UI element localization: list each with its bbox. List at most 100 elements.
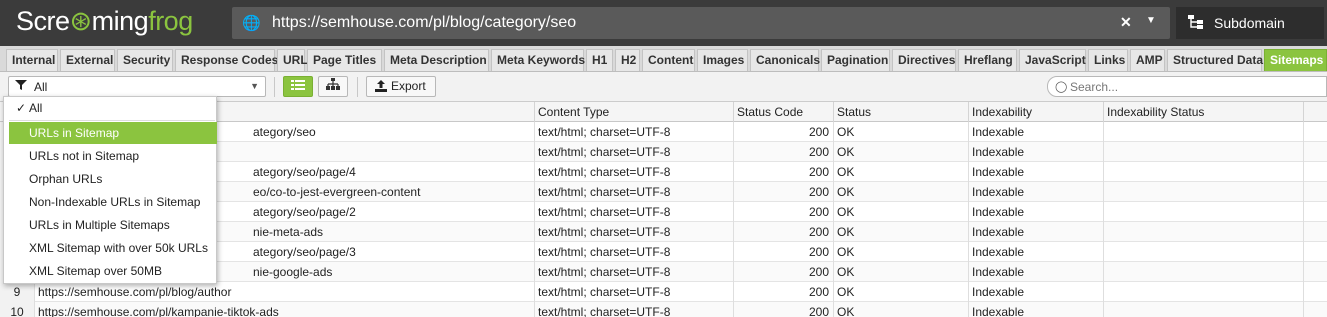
table-row[interactable]: 9 https://semhouse.com/pl/blog/author text… xyxy=(0,282,1327,302)
column-header-status[interactable]: Status xyxy=(834,102,969,122)
tab-images[interactable]: Images xyxy=(697,49,748,71)
tab-meta-description[interactable]: Meta Description xyxy=(384,49,489,71)
cell-idx: 10 xyxy=(0,302,35,317)
tab-structured-data[interactable]: Structured Data xyxy=(1167,49,1263,71)
column-header-content-type[interactable]: Content Type xyxy=(535,102,734,122)
checkmark-icon: ✓ xyxy=(16,101,27,115)
tab-sitemaps[interactable]: Sitemaps xyxy=(1264,49,1327,71)
filter-option-urls-in-sitemap[interactable]: URLs in Sitemap xyxy=(9,122,217,144)
cell-content-type: text/html; charset=UTF-8 xyxy=(535,122,734,142)
clear-icon[interactable]: ✕ xyxy=(1120,14,1132,31)
top-bar: Scre⊛mingfrog 🌐 https://semhouse.com/pl/… xyxy=(0,0,1327,46)
cell-content-type: text/html; charset=UTF-8 xyxy=(535,182,734,202)
filter-option-label: Non-Indexable URLs in Sitemap xyxy=(29,195,201,209)
filter-option-all[interactable]: ✓ All xyxy=(9,97,217,119)
list-view-button[interactable] xyxy=(283,76,313,97)
tab-url[interactable]: URL xyxy=(277,49,308,71)
cell-indexability-status xyxy=(1104,262,1304,282)
tab-directives[interactable]: Directives xyxy=(892,49,956,71)
cell-indexability: Indexable xyxy=(969,162,1104,182)
cell-content-type: text/html; charset=UTF-8 xyxy=(535,222,734,242)
cell-status-code: 200 xyxy=(734,262,834,282)
cell-status: OK xyxy=(834,182,969,202)
cell-status: OK xyxy=(834,262,969,282)
filter-option-urls-not-in-sitemap[interactable]: URLs not in Sitemap xyxy=(9,145,217,167)
tab-hreflang[interactable]: Hreflang xyxy=(958,49,1017,71)
filter-option-urls-in-multiple-sitemaps[interactable]: URLs in Multiple Sitemaps xyxy=(9,214,217,236)
cell-content-type: text/html; charset=UTF-8 xyxy=(535,262,734,282)
search-input[interactable] xyxy=(1070,79,1320,95)
filter-option-label: XML Sitemap over 50MB xyxy=(29,264,162,278)
cell-status: OK xyxy=(834,242,969,262)
cell-indexability-status xyxy=(1104,182,1304,202)
search-box[interactable]: ◯ xyxy=(1047,76,1327,97)
chevron-down-icon: ▼ xyxy=(250,81,259,91)
cell-status-code: 200 xyxy=(734,302,834,317)
cell-indexability-status xyxy=(1104,202,1304,222)
column-header-indexability-status[interactable]: Indexability Status xyxy=(1104,102,1304,122)
cell-status: OK xyxy=(834,122,969,142)
cell-status: OK xyxy=(834,142,969,162)
cell-indexability-status xyxy=(1104,242,1304,262)
filter-option-label: URLs not in Sitemap xyxy=(29,149,140,163)
filter-option-xml-sitemap-over-50mb[interactable]: XML Sitemap over 50MB xyxy=(9,260,217,282)
cell-indexability: Indexable xyxy=(969,282,1104,302)
tab-pagination[interactable]: Pagination xyxy=(821,49,890,71)
chevron-down-icon[interactable]: ▼ xyxy=(1146,15,1156,26)
tab-amp[interactable]: AMP xyxy=(1130,49,1165,71)
tab-security[interactable]: Security xyxy=(117,49,173,71)
tab-content[interactable]: Content xyxy=(642,49,695,71)
tree-view-button[interactable] xyxy=(318,76,348,97)
tab-page-titles[interactable]: Page Titles xyxy=(307,49,382,71)
cell-status: OK xyxy=(834,222,969,242)
filter-dropdown[interactable]: All ▼ xyxy=(8,76,266,97)
tab-response-codes[interactable]: Response Codes xyxy=(175,49,278,71)
cell-content-type: text/html; charset=UTF-8 xyxy=(535,302,734,317)
cell-status: OK xyxy=(834,162,969,182)
tab-links[interactable]: Links xyxy=(1088,49,1128,71)
tab-internal[interactable]: Internal xyxy=(6,49,58,71)
tab-h1[interactable]: H1 xyxy=(586,49,613,71)
column-header-indexability[interactable]: Indexability xyxy=(969,102,1104,122)
cell-indexability-status xyxy=(1104,162,1304,182)
cell-indexability: Indexable xyxy=(969,242,1104,262)
cell-status-code: 200 xyxy=(734,242,834,262)
tab-external[interactable]: External xyxy=(60,49,115,71)
filter-option-label: URLs in Multiple Sitemaps xyxy=(29,218,170,232)
column-header-status-code[interactable]: Status Code xyxy=(734,102,834,122)
cell-idx: 9 xyxy=(0,282,35,302)
tree-icon xyxy=(326,78,340,93)
table-row[interactable]: 10 https://semhouse.com/pl/kampanie-tikto… xyxy=(0,302,1327,317)
cell-content-type: text/html; charset=UTF-8 xyxy=(535,162,734,182)
globe-icon: 🌐 xyxy=(242,15,261,32)
cell-status-code: 200 xyxy=(734,182,834,202)
cell-indexability: Indexable xyxy=(969,302,1104,317)
filter-option-xml-sitemap-with-over-50k-urls[interactable]: XML Sitemap with over 50k URLs xyxy=(9,237,217,259)
url-input[interactable]: https://semhouse.com/pl/blog/category/se… xyxy=(272,14,576,32)
url-bar[interactable]: 🌐 https://semhouse.com/pl/blog/category/… xyxy=(232,7,1170,39)
filter-option-orphan-urls[interactable]: Orphan URLs xyxy=(9,168,217,190)
cell-indexability: Indexable xyxy=(969,262,1104,282)
tab-javascript[interactable]: JavaScript xyxy=(1019,49,1086,71)
list-icon xyxy=(291,79,305,93)
cell-status: OK xyxy=(834,202,969,222)
upload-icon xyxy=(375,77,387,98)
filter-menu: ✓ All URLs in Sitemap URLs not in Sitemap Or… xyxy=(3,96,217,284)
tab-meta-keywords[interactable]: Meta Keywords xyxy=(491,49,585,71)
cell-address: https://semhouse.com/pl/kampanie-tiktok-… xyxy=(35,302,535,317)
tab-canonicals[interactable]: Canonicals xyxy=(750,49,820,71)
filter-icon xyxy=(15,79,27,94)
cell-indexability: Indexable xyxy=(969,122,1104,142)
search-icon: ◯ xyxy=(1055,81,1068,93)
tab-h2[interactable]: H2 xyxy=(615,49,640,71)
sitemap-tree-icon xyxy=(1188,15,1204,32)
crawl-mode-button[interactable]: Subdomain xyxy=(1176,7,1324,39)
cell-indexability-status xyxy=(1104,122,1304,142)
divider xyxy=(274,77,275,97)
export-button[interactable]: Export xyxy=(366,76,436,97)
menu-divider xyxy=(9,120,215,121)
cell-content-type: text/html; charset=UTF-8 xyxy=(535,142,734,162)
cell-indexability: Indexable xyxy=(969,202,1104,222)
cell-status: OK xyxy=(834,302,969,317)
filter-option-non-indexable-urls-in-sitemap[interactable]: Non-Indexable URLs in Sitemap xyxy=(9,191,217,213)
